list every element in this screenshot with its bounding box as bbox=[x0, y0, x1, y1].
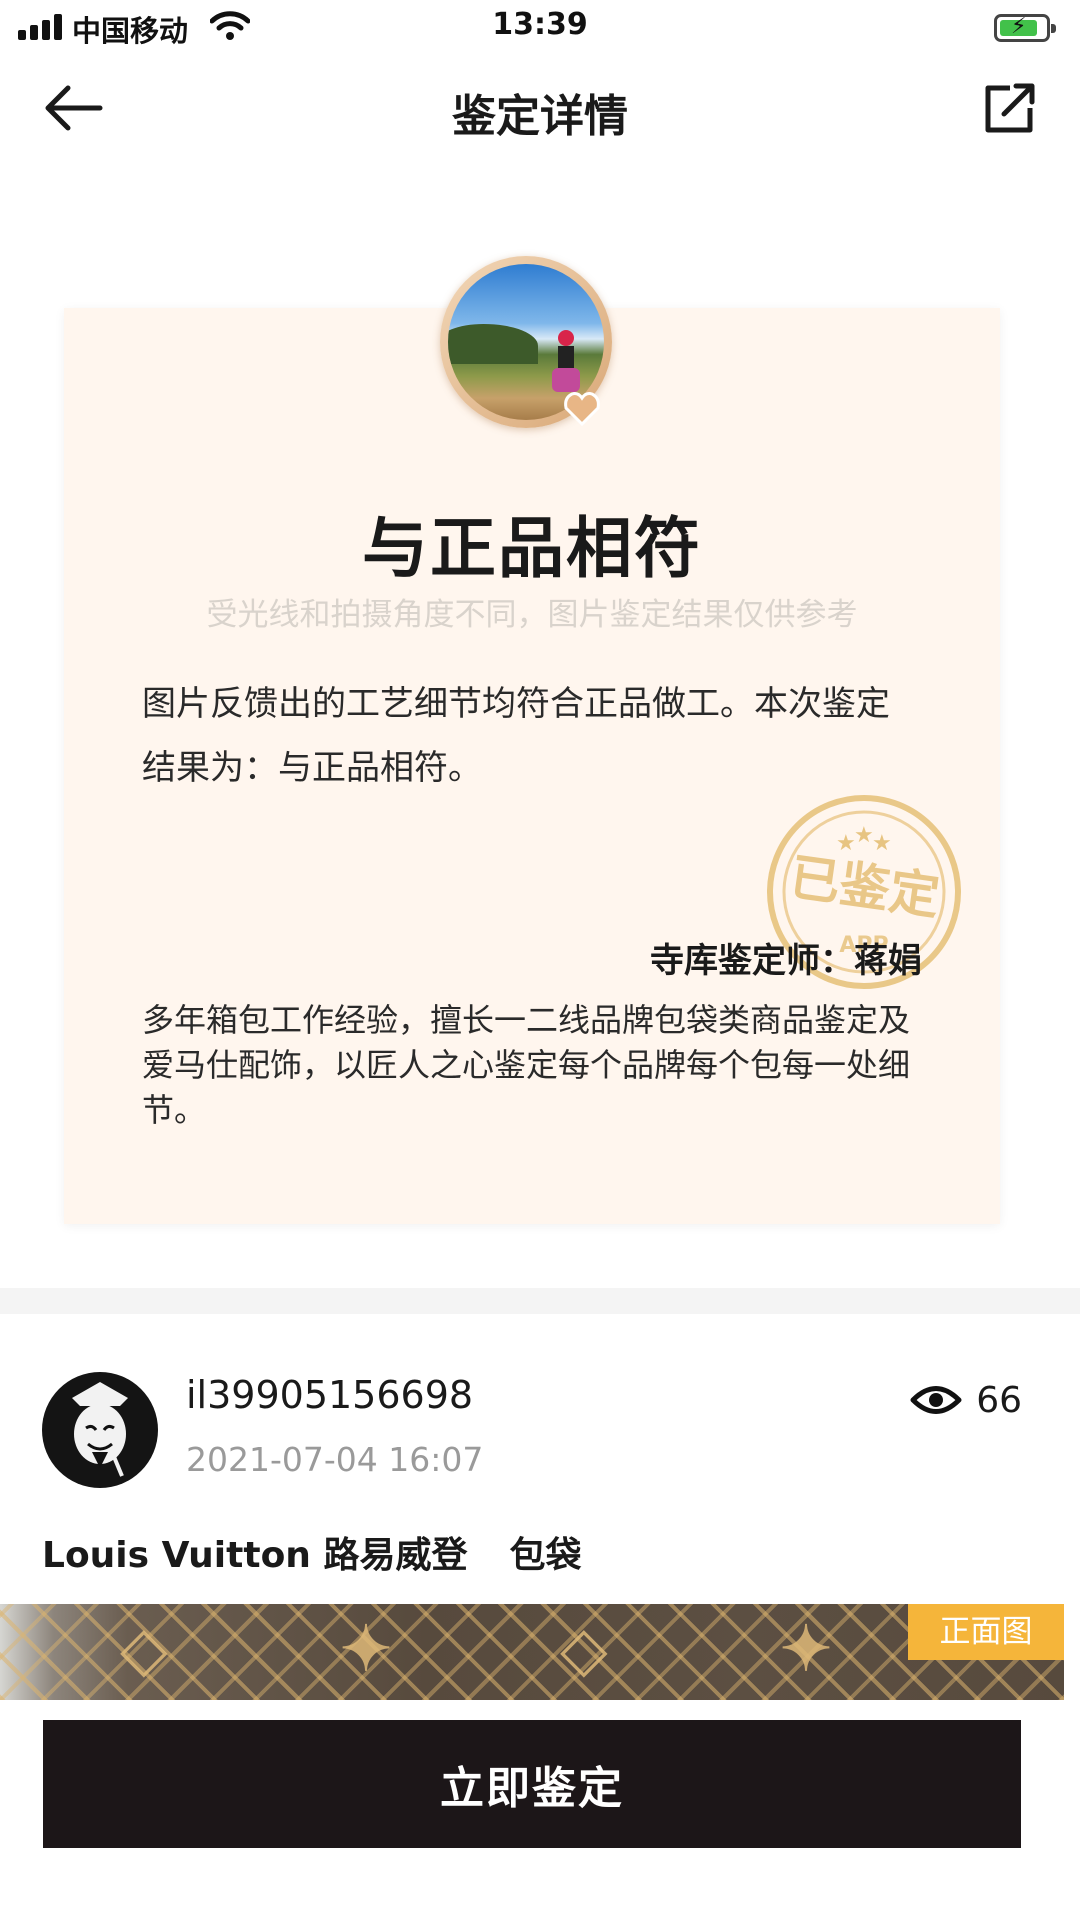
appraiser-avatar bbox=[440, 256, 612, 428]
page-title: 鉴定详情 bbox=[452, 91, 628, 142]
product-brand: Louis Vuitton 路易威登 bbox=[42, 1535, 468, 1576]
arrow-left-icon[interactable] bbox=[38, 78, 108, 138]
signal-icon bbox=[18, 14, 62, 40]
appraisal-detail-page: 中国移动 13:39 ⚡ 鉴定详情 与正品相符 受光线和拍摄角度不同，图片鉴定结… bbox=[0, 0, 1080, 1920]
appraisal-result: 与正品相符 bbox=[362, 510, 702, 587]
wifi-icon bbox=[210, 11, 250, 40]
appraise-now-button[interactable]: 立即鉴定 bbox=[43, 1720, 1021, 1848]
share-icon[interactable] bbox=[980, 80, 1040, 136]
carrier-name: 中国移动 bbox=[72, 14, 189, 48]
photo-tag: 正面图 bbox=[908, 1604, 1064, 1660]
appraiser-name: 寺库鉴定师：蒋娟 bbox=[650, 941, 922, 981]
eye-icon bbox=[910, 1386, 962, 1414]
result-description: 图片反馈出的工艺细节均符合正品做工。本次鉴定结果为：与正品相符。 bbox=[142, 684, 890, 788]
post-timestamp: 2021-07-04 16:07 bbox=[186, 1440, 484, 1479]
nav-bar: 鉴定详情 bbox=[0, 58, 1080, 158]
appraiser-bio: 多年箱包工作经验，擅长一二线品牌包袋类商品鉴定及爱马仕配饰，以匠人之心鉴定每个品… bbox=[142, 1001, 911, 1129]
username[interactable]: il39905156698 bbox=[186, 1373, 473, 1417]
user-avatar[interactable] bbox=[42, 1372, 158, 1488]
product-title: Louis Vuitton 路易威登 包袋 bbox=[42, 1526, 581, 1578]
verified-badge-icon bbox=[564, 392, 600, 427]
section-divider bbox=[0, 1288, 1080, 1314]
status-bar: 中国移动 13:39 ⚡ bbox=[0, 0, 1080, 58]
result-disclaimer: 受光线和拍摄角度不同，图片鉴定结果仅供参考 bbox=[206, 597, 858, 633]
product-photo[interactable]: ◇ ✦ ◇ ✦ 正面图 bbox=[0, 1604, 1064, 1700]
battery-icon: ⚡ bbox=[994, 14, 1056, 42]
view-count-value: 66 bbox=[976, 1379, 1022, 1421]
product-category: 包袋 bbox=[509, 1535, 582, 1576]
view-count: 66 bbox=[910, 1375, 1022, 1425]
bottom-action-bar: 立即鉴定 bbox=[0, 1700, 1080, 1920]
